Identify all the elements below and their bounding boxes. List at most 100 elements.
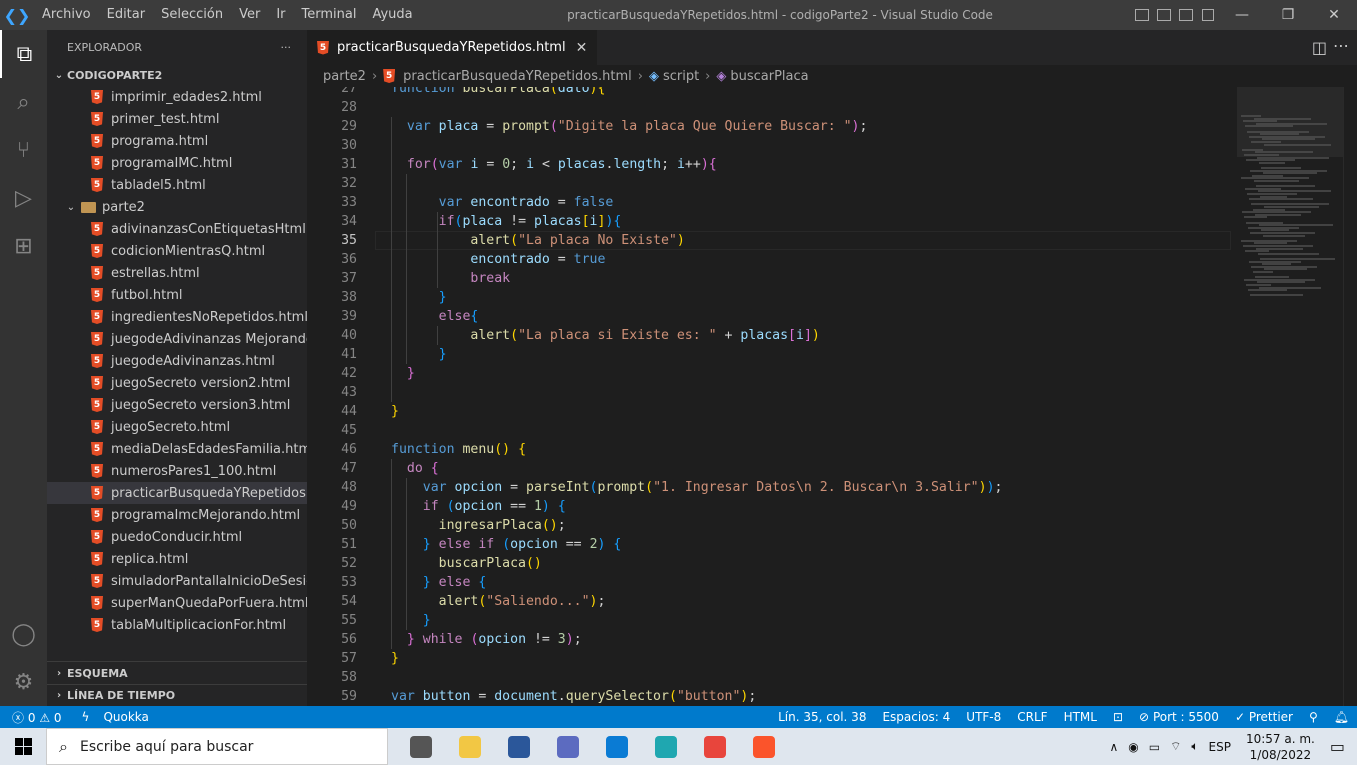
code-content[interactable]: function buscarPlaca(dato){ var placa = … bbox=[391, 87, 1002, 706]
more-actions-icon[interactable]: ⋯ bbox=[1333, 36, 1349, 55]
timeline-section[interactable]: › LÍNEA DE TIEMPO bbox=[47, 684, 307, 706]
task-view-icon[interactable] bbox=[396, 728, 445, 765]
file-item[interactable]: 5 superManQuedaPorFuera.html bbox=[47, 592, 307, 614]
split-editor-icon[interactable]: ◫ bbox=[1312, 38, 1327, 57]
network-status-icon[interactable]: ◉ bbox=[1128, 740, 1138, 754]
file-item[interactable]: 5 juegoSecreto version3.html bbox=[47, 394, 307, 416]
minimap[interactable] bbox=[1237, 87, 1357, 706]
html-file-icon: 5 bbox=[91, 420, 103, 434]
restore-button[interactable]: ❐ bbox=[1265, 0, 1311, 30]
breadcrumb-symbol-function[interactable]: buscarPlaca bbox=[730, 69, 808, 84]
file-item[interactable]: 5 programa.html bbox=[47, 130, 307, 152]
toggle-secondary-sidebar-icon[interactable] bbox=[1175, 0, 1197, 30]
file-item[interactable]: 5 practicarBusquedaYRepetidos.ht... bbox=[47, 482, 307, 504]
extensions-icon[interactable]: ⊞ bbox=[0, 222, 47, 270]
file-item[interactable]: 5 numerosPares1_100.html bbox=[47, 460, 307, 482]
html-file-icon: 5 bbox=[91, 288, 103, 302]
indentation[interactable]: Espacios: 4 bbox=[882, 710, 950, 724]
menu-ayuda[interactable]: Ayuda bbox=[364, 0, 420, 30]
workspace-root[interactable]: ⌄ CODIGOPARTE2 bbox=[47, 64, 307, 86]
prettier-status[interactable]: ✓ Prettier bbox=[1235, 710, 1293, 724]
menu-selección[interactable]: Selección bbox=[153, 0, 231, 30]
notification-center-icon[interactable]: ▭ bbox=[1330, 737, 1345, 756]
search-icon[interactable]: ⌕ bbox=[0, 78, 47, 126]
file-label: codicionMientrasQ.html bbox=[111, 243, 266, 259]
brave-icon[interactable] bbox=[739, 728, 788, 765]
file-item[interactable]: 5 futbol.html bbox=[47, 284, 307, 306]
minimize-button[interactable]: — bbox=[1219, 0, 1265, 30]
file-item[interactable]: 5 primer_test.html bbox=[47, 108, 307, 130]
file-item[interactable]: 5 tabladel5.html bbox=[47, 174, 307, 196]
accounts-icon[interactable]: ⚲ bbox=[1309, 710, 1318, 724]
file-item[interactable]: 5 puedoConducir.html bbox=[47, 526, 307, 548]
file-item[interactable]: 5 codicionMientrasQ.html bbox=[47, 240, 307, 262]
explorer-icon[interactable]: ⧉ bbox=[0, 30, 47, 78]
line-number: 45 bbox=[341, 423, 357, 438]
word-icon[interactable] bbox=[494, 728, 543, 765]
file-item[interactable]: 5 mediaDelasEdadesFamilia.html bbox=[47, 438, 307, 460]
file-item[interactable]: 5 adivinanzasConEtiquetasHtml.ht... bbox=[47, 218, 307, 240]
chevron-up-icon[interactable]: ∧ bbox=[1109, 740, 1118, 754]
input-language[interactable]: ESP bbox=[1209, 740, 1231, 754]
file-item[interactable]: 5 imprimir_edades2.html bbox=[47, 86, 307, 108]
chrome-icon[interactable] bbox=[690, 728, 739, 765]
file-item[interactable]: 5 juegoSecreto.html bbox=[47, 416, 307, 438]
toggle-sidebar-icon[interactable] bbox=[1131, 0, 1153, 30]
folder-parte2[interactable]: ⌄ parte2 bbox=[47, 196, 307, 218]
run-debug-icon[interactable]: ▷ bbox=[0, 174, 47, 222]
battery-icon[interactable]: ▭ bbox=[1149, 740, 1160, 754]
outline-section[interactable]: › ESQUEMA bbox=[47, 662, 307, 684]
end-of-line[interactable]: CRLF bbox=[1017, 710, 1047, 724]
menu-terminal[interactable]: Terminal bbox=[294, 0, 365, 30]
file-item[interactable]: 5 juegodeAdivinanzas Mejorando.... bbox=[47, 328, 307, 350]
source-control-icon[interactable]: ⑂ bbox=[0, 126, 47, 174]
chevron-right-icon: › bbox=[56, 667, 62, 679]
vertical-scrollbar[interactable] bbox=[1343, 87, 1357, 706]
breadcrumb-folder[interactable]: parte2 bbox=[323, 69, 366, 84]
taskbar-search[interactable]: ⌕ Escribe aquí para buscar bbox=[46, 728, 388, 765]
toggle-panel-icon[interactable] bbox=[1153, 0, 1175, 30]
wifi-icon[interactable]: ⌔ bbox=[1170, 739, 1181, 754]
file-item[interactable]: 5 simuladorPantallaInicioDeSesion... bbox=[47, 570, 307, 592]
start-button[interactable] bbox=[0, 728, 46, 765]
menu-archivo[interactable]: Archivo bbox=[34, 0, 99, 30]
file-item[interactable]: 5 juegoSecreto version2.html bbox=[47, 372, 307, 394]
volume-icon[interactable]: 🔈︎ bbox=[1191, 739, 1198, 754]
cursor-position[interactable]: Lín. 35, col. 38 bbox=[778, 710, 866, 724]
menu-editar[interactable]: Editar bbox=[99, 0, 154, 30]
file-item[interactable]: 5 replica.html bbox=[47, 548, 307, 570]
file-item[interactable]: 5 tablaMultiplicacionFor.html bbox=[47, 614, 307, 636]
breadcrumb-file[interactable]: practicarBusquedaYRepetidos.html bbox=[403, 69, 632, 84]
settings-gear-icon[interactable]: ⚙ bbox=[0, 658, 47, 706]
json-braces-icon[interactable]: ⊡ bbox=[1113, 710, 1123, 724]
file-item[interactable]: 5 estrellas.html bbox=[47, 262, 307, 284]
quokka-status[interactable]: Quokka bbox=[103, 710, 148, 724]
file-explorer-icon[interactable] bbox=[445, 728, 494, 765]
live-server-port[interactable]: ⊘ Port : 5500 bbox=[1139, 710, 1219, 724]
language-mode[interactable]: HTML bbox=[1064, 710, 1097, 724]
vscode-icon[interactable] bbox=[592, 728, 641, 765]
encoding[interactable]: UTF-8 bbox=[966, 710, 1001, 724]
more-actions-icon[interactable]: ··· bbox=[281, 41, 292, 54]
breadcrumb-symbol-script[interactable]: script bbox=[663, 69, 699, 84]
line-number: 34 bbox=[341, 214, 357, 229]
menu-ir[interactable]: Ir bbox=[268, 0, 293, 30]
file-item[interactable]: 5 juegodeAdivinanzas.html bbox=[47, 350, 307, 372]
tab-practicar-busqueda[interactable]: 5 practicarBusquedaYRepetidos.html ✕ bbox=[307, 30, 598, 65]
file-item[interactable]: 5 programaImcMejorando.html bbox=[47, 504, 307, 526]
edge-icon[interactable] bbox=[641, 728, 690, 765]
problems-indicator[interactable]: ⓧ 0 ⚠ 0 bbox=[12, 709, 62, 726]
clock[interactable]: 10:57 a. m. 1/08/2022 bbox=[1246, 731, 1315, 763]
file-item[interactable]: 5 programaIMC.html bbox=[47, 152, 307, 174]
menu-ver[interactable]: Ver bbox=[231, 0, 268, 30]
file-item[interactable]: 5 ingredientesNoRepetidos.html bbox=[47, 306, 307, 328]
account-icon[interactable]: ◯ bbox=[0, 610, 47, 658]
notifications-icon[interactable]: 🔔︎ bbox=[1334, 710, 1349, 724]
line-number: 41 bbox=[341, 347, 357, 362]
customize-layout-icon[interactable] bbox=[1197, 0, 1219, 30]
code-editor[interactable]: 27 28 29 30 31 32 33 34 35 36 37 38 39 40 41 42 43 44 45 46… bbox=[307, 87, 1357, 706]
close-window-button[interactable]: ✕ bbox=[1311, 0, 1357, 30]
close-tab-icon[interactable]: ✕ bbox=[576, 40, 588, 56]
office-icon[interactable] bbox=[543, 728, 592, 765]
